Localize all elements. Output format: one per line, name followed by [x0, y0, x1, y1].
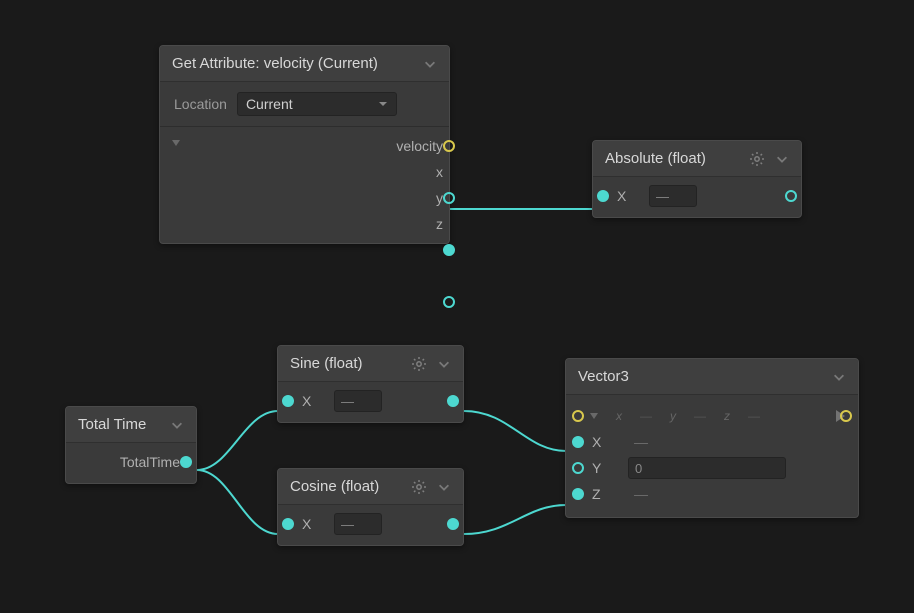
node-total-time[interactable]: Total Time TotalTime — [65, 406, 197, 484]
location-value: Current — [246, 96, 293, 112]
input-x-label: X — [592, 434, 612, 450]
node-sine[interactable]: Sine (float) X — — [277, 345, 464, 423]
input-x-field[interactable]: — — [649, 185, 697, 207]
output-x-label: x — [180, 164, 443, 180]
node-title: Sine (float) — [290, 355, 405, 372]
input-x-field[interactable]: — — [334, 390, 382, 412]
output-port-totaltime[interactable] — [180, 456, 192, 468]
wire-cosine-to-vec3-z — [464, 505, 566, 534]
node-header[interactable]: Vector3 — [566, 359, 858, 395]
node-header[interactable]: Get Attribute: velocity (Current) — [160, 46, 449, 82]
node-graph-canvas[interactable]: Get Attribute: velocity (Current) Locati… — [0, 0, 914, 613]
node-get-attribute[interactable]: Get Attribute: velocity (Current) Locati… — [159, 45, 450, 244]
input-x-field[interactable]: — — [334, 513, 382, 535]
node-absolute[interactable]: Absolute (float) X — — [592, 140, 802, 218]
node-title: Total Time — [78, 416, 160, 433]
vector3-mini-preview: x— y— z— — [612, 409, 768, 423]
wire-sine-to-vec3-x — [464, 411, 566, 451]
input-port-x[interactable] — [282, 395, 294, 407]
input-z-label: Z — [592, 486, 612, 502]
node-header[interactable]: Absolute (float) — [593, 141, 801, 177]
location-select[interactable]: Current — [237, 92, 397, 116]
node-body: X — — [593, 177, 801, 217]
input-y-label: Y — [592, 460, 612, 476]
node-header[interactable]: Total Time — [66, 407, 196, 443]
node-header[interactable]: Sine (float) — [278, 346, 463, 382]
output-port-y[interactable] — [443, 244, 455, 256]
chevron-down-icon[interactable] — [832, 370, 846, 384]
chevron-down-icon[interactable] — [423, 57, 437, 71]
input-x-label: X — [617, 188, 633, 204]
node-body: x— y— z— X — Y 0 — [566, 395, 858, 517]
input-port-z[interactable] — [572, 488, 584, 500]
gear-icon[interactable] — [411, 479, 427, 495]
node-body: X — — [278, 382, 463, 422]
node-title: Vector3 — [578, 368, 822, 385]
node-vector3[interactable]: Vector3 x— y— z— X — — [565, 358, 859, 518]
output-port[interactable] — [447, 518, 459, 530]
node-header[interactable]: Cosine (float) — [278, 469, 463, 505]
wire-totaltime-to-cosine — [197, 470, 278, 534]
node-body: TotalTime — [66, 443, 196, 483]
output-port[interactable] — [447, 395, 459, 407]
node-title: Absolute (float) — [605, 150, 743, 167]
output-port-velocity[interactable] — [443, 140, 455, 152]
input-y-field[interactable]: 0 — [628, 457, 786, 479]
chevron-down-icon[interactable] — [437, 357, 451, 371]
location-label: Location — [174, 96, 227, 112]
dropdown-triangle-icon — [378, 99, 388, 109]
input-x-value: — — [634, 434, 650, 450]
input-port-y[interactable] — [572, 462, 584, 474]
output-port-composite[interactable] — [840, 410, 852, 422]
input-port-x[interactable] — [597, 190, 609, 202]
node-body: X — — [278, 505, 463, 545]
output-y-label: y — [180, 190, 443, 206]
node-cosine[interactable]: Cosine (float) X — — [277, 468, 464, 546]
input-port-x[interactable] — [572, 436, 584, 448]
output-port-z[interactable] — [443, 296, 455, 308]
input-x-label: X — [302, 516, 318, 532]
chevron-down-icon[interactable] — [775, 152, 789, 166]
input-z-value: — — [634, 486, 650, 502]
output-port[interactable] — [785, 190, 797, 202]
location-row: Location Current — [160, 82, 449, 126]
output-totaltime-label: TotalTime — [82, 454, 180, 470]
gear-icon[interactable] — [411, 356, 427, 372]
input-port-composite[interactable] — [572, 410, 584, 422]
attribute-outputs: velocity x y z — [160, 126, 449, 243]
chevron-down-icon[interactable] — [170, 418, 184, 432]
gear-icon[interactable] — [749, 151, 765, 167]
wire-totaltime-to-sine — [197, 411, 278, 470]
output-velocity-label: velocity — [180, 138, 443, 154]
node-title: Get Attribute: velocity (Current) — [172, 55, 413, 72]
node-title: Cosine (float) — [290, 478, 405, 495]
collapse-triangle-icon[interactable] — [588, 410, 600, 422]
input-port-x[interactable] — [282, 518, 294, 530]
chevron-down-icon[interactable] — [437, 480, 451, 494]
input-x-label: X — [302, 393, 318, 409]
output-z-label: z — [180, 216, 443, 232]
